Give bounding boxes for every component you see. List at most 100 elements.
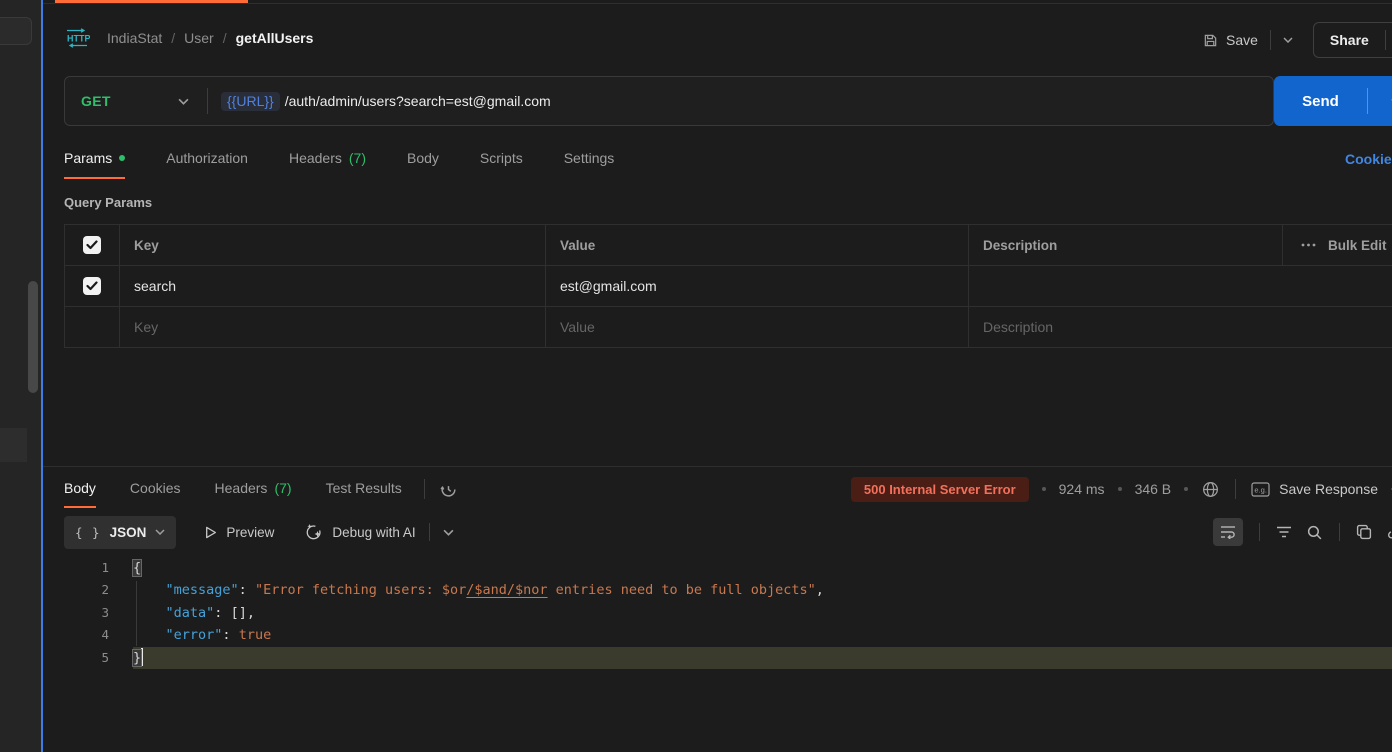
- save-response-button[interactable]: e.g. Save Response: [1251, 481, 1378, 497]
- tab-label: Headers: [289, 150, 342, 166]
- play-icon: [204, 526, 217, 539]
- wrap-text-icon[interactable]: [1213, 518, 1243, 546]
- copy-link-icon[interactable]: [1386, 32, 1392, 48]
- new-param-description-cell[interactable]: Description: [969, 307, 1392, 348]
- copy-icon[interactable]: [1356, 524, 1372, 540]
- debug-label: Debug with AI: [332, 525, 415, 540]
- code-line: 3 "data": [],: [43, 602, 1392, 624]
- response-tab-body[interactable]: Body: [64, 471, 96, 508]
- url-variable-chip[interactable]: {{URL}}: [221, 92, 280, 111]
- param-key-cell[interactable]: search: [120, 266, 546, 307]
- viewer-right-tools: [1213, 518, 1392, 546]
- tab-settings[interactable]: Settings: [564, 139, 615, 179]
- response-header: Body Cookies Headers (7) Test Results: [64, 470, 1392, 508]
- param-checkbox[interactable]: [83, 277, 101, 295]
- url-bar: GET {{URL}} /auth/admin/users?search=est…: [64, 76, 1274, 126]
- divider: [1339, 523, 1340, 541]
- send-options-chevron[interactable]: [1368, 98, 1392, 105]
- divider: [424, 479, 425, 499]
- new-param-value-cell[interactable]: Value: [546, 307, 969, 348]
- response-tab-cookies[interactable]: Cookies: [130, 471, 181, 508]
- url-path: /auth/admin/users?search=est@gmail.com: [285, 93, 551, 109]
- response-history-icon[interactable]: [439, 480, 458, 499]
- breadcrumb-request-name[interactable]: getAllUsers: [236, 30, 314, 46]
- sidebar-top-item[interactable]: [0, 17, 32, 45]
- bulk-edit-button[interactable]: Bulk Edit: [1301, 238, 1387, 253]
- save-response-label: Save Response: [1279, 481, 1378, 497]
- param-description-cell[interactable]: [969, 266, 1392, 307]
- format-dropdown[interactable]: { } JSON: [64, 516, 176, 549]
- tab-count: (7): [349, 150, 366, 166]
- line-number: 1: [43, 557, 109, 579]
- sidebar-scrollbar-thumb[interactable]: [28, 281, 38, 393]
- network-info-icon[interactable]: [1201, 480, 1220, 499]
- breadcrumb: HTTP IndiaStat / User / getAllUsers: [64, 28, 313, 48]
- tab-label: Headers: [215, 480, 268, 496]
- url-input[interactable]: {{URL}} /auth/admin/users?search=est@gma…: [208, 92, 1273, 111]
- svg-text:HTTP: HTTP: [67, 34, 90, 44]
- save-as-example-icon: e.g.: [1251, 482, 1270, 497]
- tab-headers[interactable]: Headers (7): [289, 139, 366, 179]
- share-button[interactable]: Share: [1314, 32, 1385, 48]
- param-value-cell[interactable]: est@gmail.com: [546, 266, 969, 307]
- response-tabs: Body Cookies Headers (7) Test Results: [64, 471, 402, 508]
- filter-icon[interactable]: [1276, 526, 1292, 538]
- method-dropdown[interactable]: GET: [65, 93, 207, 109]
- column-header-value: Value: [546, 225, 969, 266]
- ai-sparkle-icon: [304, 523, 323, 542]
- divider: [429, 523, 430, 541]
- params-active-dot: [119, 155, 125, 161]
- divider: [1270, 30, 1271, 50]
- link-icon[interactable]: [1386, 524, 1392, 540]
- tab-label: Scripts: [480, 150, 523, 166]
- query-params-table: Key Value Description Bulk Edit search e…: [64, 224, 1392, 348]
- save-label: Save: [1226, 32, 1258, 48]
- select-all-checkbox[interactable]: [83, 236, 101, 254]
- response-status-bar: 500 Internal Server Error 924 ms 346 B: [851, 477, 1392, 502]
- request-pane: HTTP IndiaStat / User / getAllUsers: [43, 0, 1392, 752]
- select-all-cell: [65, 225, 120, 266]
- bulk-edit-cell: Bulk Edit: [1282, 225, 1392, 266]
- response-body-editor[interactable]: 1{2 "message": "Error fetching users: $o…: [43, 557, 1392, 752]
- viewer-options-chevron[interactable]: [443, 529, 454, 536]
- separator-dot: [1042, 487, 1046, 491]
- response-viewer-toolbar: { } JSON Preview: [64, 514, 1392, 550]
- send-button-group: Send: [1274, 76, 1392, 126]
- empty-row-checkbox-cell: [65, 307, 120, 348]
- param-row-checkbox-cell: [65, 266, 120, 307]
- bulk-edit-label: Bulk Edit: [1328, 238, 1387, 253]
- sidebar-bottom-item[interactable]: [0, 428, 27, 462]
- tab-body[interactable]: Body: [407, 139, 439, 179]
- debug-with-ai-button[interactable]: Debug with AI: [304, 523, 415, 542]
- send-button[interactable]: Send: [1274, 93, 1367, 110]
- active-request-tab-indicator: [55, 0, 248, 3]
- response-size: 346 B: [1135, 481, 1172, 497]
- response-tab-headers[interactable]: Headers (7): [215, 471, 292, 508]
- breadcrumb-separator: /: [171, 30, 175, 46]
- code-line: 4 "error": true: [43, 624, 1392, 646]
- preview-button[interactable]: Preview: [204, 525, 274, 540]
- cookies-link[interactable]: Cookies: [1345, 151, 1392, 167]
- tab-label: Params: [64, 150, 112, 166]
- tab-scripts[interactable]: Scripts: [480, 139, 523, 179]
- tab-authorization[interactable]: Authorization: [166, 139, 248, 179]
- separator-dot: [1118, 487, 1122, 491]
- response-divider[interactable]: [43, 466, 1392, 467]
- save-button[interactable]: Save: [1203, 32, 1258, 48]
- divider: [1259, 523, 1260, 541]
- new-param-key-cell[interactable]: Key: [120, 307, 546, 348]
- tab-params[interactable]: Params: [64, 139, 125, 179]
- tab-label: Cookies: [130, 480, 181, 496]
- line-number: 5: [43, 647, 109, 669]
- save-options-chevron[interactable]: [1283, 37, 1293, 43]
- breadcrumb-folder[interactable]: User: [184, 30, 214, 46]
- breadcrumb-collection[interactable]: IndiaStat: [107, 30, 162, 46]
- http-method-icon: HTTP: [64, 28, 90, 48]
- search-icon[interactable]: [1306, 524, 1323, 541]
- tab-label: Body: [64, 480, 96, 496]
- divider: [1235, 479, 1236, 499]
- tab-label: Body: [407, 150, 439, 166]
- tab-label: Authorization: [166, 150, 248, 166]
- more-options-icon: [1301, 243, 1316, 247]
- response-tab-test-results[interactable]: Test Results: [326, 471, 402, 508]
